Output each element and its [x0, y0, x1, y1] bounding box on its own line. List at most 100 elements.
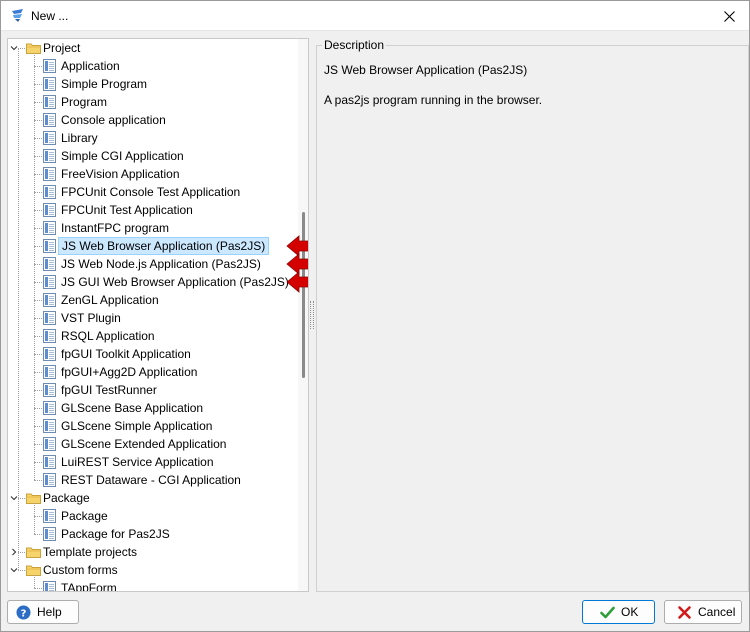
- tree-connector-line: [34, 120, 42, 121]
- tree-item-rest-dataware-cgi-application[interactable]: REST Dataware - CGI Application: [8, 471, 298, 489]
- tree-connector-line: [34, 300, 42, 301]
- tree-connector-line: [34, 354, 42, 355]
- tree-item-label: FPCUnit Console Test Application: [61, 185, 241, 199]
- tree-connector-line: [18, 570, 25, 571]
- help-icon: ?: [16, 605, 31, 619]
- tree-item-fpgui-toolkit-application[interactable]: fpGUI Toolkit Application: [8, 345, 298, 363]
- tree-item-label: LuiREST Service Application: [61, 455, 214, 469]
- tree-item-label: TAppForm: [61, 581, 117, 592]
- tree-group-custom-forms[interactable]: Custom forms: [8, 561, 298, 579]
- tree-item-luirest-service-application[interactable]: LuiREST Service Application: [8, 453, 298, 471]
- tree-item-simple-cgi-application[interactable]: Simple CGI Application: [8, 147, 298, 165]
- document-icon: [43, 131, 56, 145]
- tree-item-glscene-simple-application[interactable]: GLScene Simple Application: [8, 417, 298, 435]
- tree-group-label: Package: [43, 491, 90, 505]
- tree-connector-line: [34, 372, 42, 373]
- tree-item-label: Application: [61, 59, 120, 73]
- chevron-down-icon[interactable]: [10, 566, 18, 574]
- tree-connector-line: [34, 138, 42, 139]
- splitter-handle[interactable]: [310, 301, 314, 329]
- new-item-dialog: New ... Project Application Simple Program…: [0, 0, 750, 632]
- tree-item-js-web-node-js-application-pas2js[interactable]: JS Web Node.js Application (Pas2JS): [8, 255, 298, 273]
- tree-connector-line: [34, 246, 42, 247]
- tree-item-js-gui-web-browser-application-pas2js[interactable]: JS GUI Web Browser Application (Pas2JS): [8, 273, 298, 291]
- tree-group-template-projects[interactable]: Template projects: [8, 543, 298, 561]
- tree-item-glscene-extended-application[interactable]: GLScene Extended Application: [8, 435, 298, 453]
- tree-item-glscene-base-application[interactable]: GLScene Base Application: [8, 399, 298, 417]
- tree-item-package[interactable]: Package: [8, 507, 298, 525]
- tree-item-tappform[interactable]: TAppForm: [8, 579, 298, 592]
- tree-item-zengl-application[interactable]: ZenGL Application: [8, 291, 298, 309]
- tree-group-label: Project: [43, 41, 81, 55]
- tree-item-console-application[interactable]: Console application: [8, 111, 298, 129]
- description-text: A pas2js program running in the browser.: [324, 93, 543, 107]
- tree-connector-line: [18, 552, 25, 553]
- tree-connector-line: [34, 534, 42, 535]
- tree-group-package[interactable]: Package: [8, 489, 298, 507]
- item-tree[interactable]: Project Application Simple Program Program C…: [7, 38, 309, 592]
- tree-connector-line: [34, 408, 42, 409]
- tree-item-simple-program[interactable]: Simple Program: [8, 75, 298, 93]
- cancel-button[interactable]: Cancel: [664, 600, 742, 624]
- tree-item-fpgui-testrunner[interactable]: fpGUI TestRunner: [8, 381, 298, 399]
- tree-item-application[interactable]: Application: [8, 57, 298, 75]
- document-icon: [43, 527, 56, 541]
- tree-item-freevision-application[interactable]: FreeVision Application: [8, 165, 298, 183]
- tree-item-label: InstantFPC program: [61, 221, 170, 235]
- tree-connector-line: [34, 174, 42, 175]
- tree-scrollbar[interactable]: [298, 39, 308, 591]
- tree-connector-line: [34, 66, 42, 67]
- tree-item-fpgui-agg2d-application[interactable]: fpGUI+Agg2D Application: [8, 363, 298, 381]
- tree-connector-line: [34, 336, 42, 337]
- tree-item-js-web-browser-application-pas2js[interactable]: JS Web Browser Application (Pas2JS): [8, 237, 298, 255]
- title-bar: New ...: [1, 1, 749, 31]
- description-title: JS Web Browser Application (Pas2JS): [324, 63, 528, 77]
- tree-group-project[interactable]: Project: [8, 39, 298, 57]
- tree-item-label: VST Plugin: [61, 311, 121, 325]
- tree-item-fpcunit-console-test-application[interactable]: FPCUnit Console Test Application: [8, 183, 298, 201]
- help-button[interactable]: ? Help: [7, 600, 79, 624]
- tree-item-label: GLScene Base Application: [61, 401, 204, 415]
- chevron-down-icon[interactable]: [10, 44, 18, 52]
- document-icon: [43, 365, 56, 379]
- document-icon: [43, 401, 56, 415]
- tree-item-label: fpGUI TestRunner: [61, 383, 157, 397]
- tree-item-label: JS GUI Web Browser Application (Pas2JS): [61, 275, 289, 289]
- tree-connector-line: [34, 390, 42, 391]
- tree-connector-line: [34, 156, 42, 157]
- tree-connector-line: [34, 588, 42, 589]
- tree-connector-line: [18, 48, 19, 570]
- tree-item-rsql-application[interactable]: RSQL Application: [8, 327, 298, 345]
- folder-icon: [26, 547, 41, 558]
- tree-item-package-for-pas2js[interactable]: Package for Pas2JS: [8, 525, 298, 543]
- tree-connector-line: [34, 53, 35, 480]
- tree-item-program[interactable]: Program: [8, 93, 298, 111]
- document-icon: [43, 167, 56, 181]
- tree-connector-line: [34, 282, 42, 283]
- chevron-down-icon[interactable]: [10, 494, 18, 502]
- tree-item-vst-plugin[interactable]: VST Plugin: [8, 309, 298, 327]
- document-icon: [43, 221, 56, 235]
- tree-group-label: Template projects: [43, 545, 138, 559]
- red-arrow-left-icon: [286, 271, 308, 293]
- chevron-right-icon[interactable]: [10, 548, 18, 556]
- tree-item-instantfpc-program[interactable]: InstantFPC program: [8, 219, 298, 237]
- tree-connector-line: [18, 48, 25, 49]
- close-button[interactable]: [709, 1, 749, 31]
- tree-connector-line: [34, 480, 42, 481]
- ok-button[interactable]: OK: [582, 600, 655, 624]
- tree-connector-line: [34, 84, 42, 85]
- document-icon: [43, 257, 56, 271]
- tree-item-label: REST Dataware - CGI Application: [61, 473, 241, 487]
- document-icon: [43, 275, 56, 289]
- tree-item-library[interactable]: Library: [8, 129, 298, 147]
- document-icon: [43, 473, 56, 487]
- tree-connector-line: [34, 575, 35, 588]
- tree-item-label: JS Web Node.js Application (Pas2JS): [61, 257, 261, 271]
- tree-connector-line: [34, 210, 42, 211]
- tree-connector-line: [34, 426, 42, 427]
- help-button-label: Help: [37, 605, 62, 619]
- window-title: New ...: [31, 9, 69, 23]
- tree-item-fpcunit-test-application[interactable]: FPCUnit Test Application: [8, 201, 298, 219]
- document-icon: [43, 311, 56, 325]
